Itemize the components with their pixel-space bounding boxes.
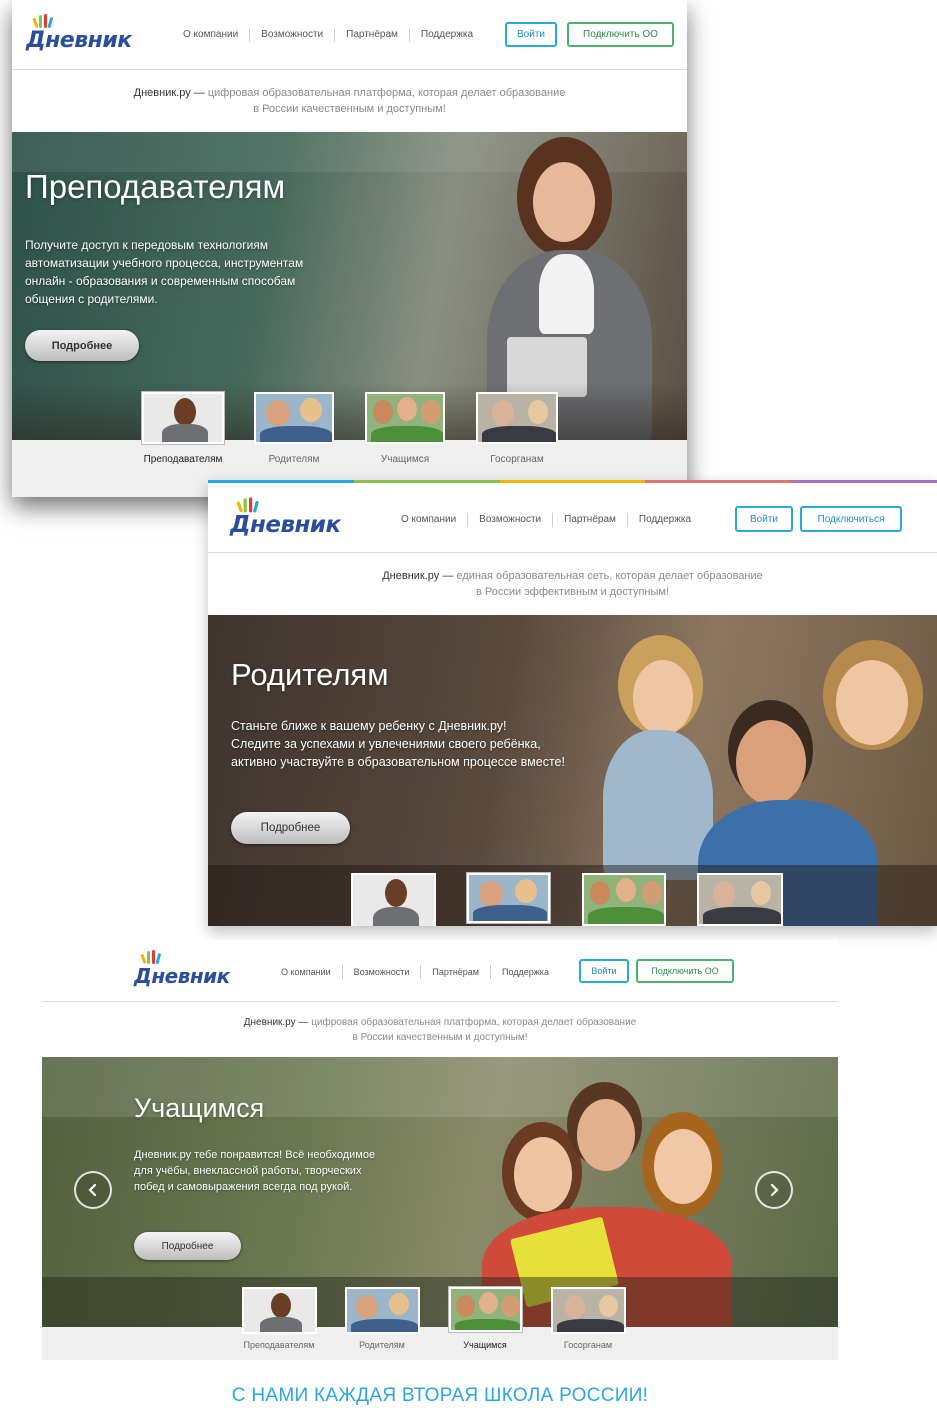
logo[interactable]: Дневник [26, 14, 132, 53]
main-nav: О компании Возможности Партнёрам Поддерж… [390, 513, 702, 527]
logo-hand-icon [32, 14, 53, 28]
logo[interactable]: Дневник [230, 497, 341, 538]
login-button[interactable]: Войти [579, 959, 629, 983]
thumb-students[interactable] [582, 873, 666, 926]
nav-features[interactable]: Возможности [467, 513, 552, 527]
tagline-line2: в России качественным и доступным! [253, 102, 446, 115]
tagline-line2: в России эффективным и доступным! [475, 585, 670, 598]
hero-title: Преподавателям [25, 168, 286, 205]
prev-slide-button[interactable] [74, 1171, 112, 1209]
hero-text: Получите доступ к передовым технологиям … [25, 238, 304, 306]
tagline-line2: в России качественным и доступным! [352, 1031, 528, 1043]
site-header: Дневник О компании Возможности Партнёрам… [208, 483, 937, 553]
login-button[interactable]: Войти [735, 506, 793, 532]
nav-about[interactable]: О компании [390, 513, 467, 527]
tagline-brand: Дневник.ру — [382, 570, 454, 582]
nav-features[interactable]: Возможности [249, 28, 334, 42]
thumb-teachers[interactable] [242, 1287, 317, 1334]
more-button[interactable]: Подробнее [25, 330, 139, 361]
audience-thumbnails: Преподавателям Родителям Учащимся Госорг… [42, 1285, 838, 1408]
thumb-label-government[interactable]: Госорганам [466, 454, 568, 465]
connect-button[interactable]: Подключиться [800, 506, 902, 532]
thumb-teachers[interactable] [142, 392, 224, 444]
nav-partners[interactable]: Партнёрам [334, 28, 409, 42]
chevron-right-icon [770, 1183, 779, 1197]
nav-partners[interactable]: Партнёрам [552, 513, 627, 527]
login-button[interactable]: Войти [505, 22, 557, 47]
tagline: Дневник.ру — цифровая образовательная пл… [12, 86, 687, 118]
thumb-students[interactable] [365, 392, 445, 444]
tagline: Дневник.ру — цифровая образовательная пл… [42, 1016, 838, 1045]
logo-hand-icon [140, 950, 161, 964]
thumb-government[interactable] [697, 873, 783, 926]
thumb-parents[interactable] [345, 1287, 420, 1334]
thumb-label-government[interactable]: Госорганам [538, 1340, 638, 1350]
thumb-label-teachers[interactable]: Преподавателям [229, 1340, 329, 1350]
nav-support[interactable]: Поддержка [408, 28, 484, 42]
site-header: Дневник О компании Возможности Партнёрам… [12, 0, 687, 70]
thumb-label-parents[interactable]: Родителям [332, 1340, 432, 1350]
nav-support[interactable]: Поддержка [626, 513, 702, 527]
connect-button[interactable]: Подключить ОО [636, 959, 734, 983]
thumb-label-students[interactable]: Учащимся [355, 454, 455, 465]
thumb-students[interactable] [449, 1287, 522, 1332]
thumb-teachers[interactable] [351, 873, 436, 926]
thumb-label-teachers[interactable]: Преподавателям [132, 454, 234, 465]
hero-text: Станьте ближе к вашему ребенку с Дневник… [231, 719, 565, 769]
thumb-label-students[interactable]: Учащимся [435, 1340, 535, 1350]
hero-title: Учащимся [134, 1093, 265, 1123]
connect-button[interactable]: Подключить ОО [567, 22, 674, 47]
nav-features[interactable]: Возможности [341, 965, 421, 979]
logo-hand-icon [236, 497, 259, 513]
thumb-parents[interactable] [254, 392, 334, 444]
nav-about[interactable]: О компании [270, 965, 342, 979]
main-nav: О компании Возможности Партнёрам Поддерж… [172, 28, 484, 42]
screenshot-students: Дневник О компании Возможности Партнёрам… [42, 940, 838, 1408]
chevron-left-icon [88, 1183, 97, 1197]
nav-partners[interactable]: Партнёрам [420, 965, 490, 979]
thumb-label-parents[interactable]: Родителям [244, 454, 344, 465]
tagline-brand: Дневник.ру — [243, 1017, 309, 1028]
more-button[interactable]: Подробнее [134, 1232, 241, 1260]
thumb-parents[interactable] [467, 873, 550, 923]
thumb-government[interactable] [551, 1287, 626, 1334]
tagline-line1: единая образовательная сеть, которая дел… [453, 570, 763, 582]
tagline-line1: цифровая образовательная платформа, кото… [204, 87, 566, 99]
hero-text: Дневник.ру тебе понравится! Всё необходи… [134, 1149, 376, 1193]
next-slide-button[interactable] [755, 1171, 793, 1209]
more-button[interactable]: Подробнее [231, 812, 350, 844]
tagline: Дневник.ру — единая образовательная сеть… [208, 569, 937, 601]
hero-title: Родителям [231, 657, 389, 692]
slogan: С НАМИ КАЖДАЯ ВТОРАЯ ШКОЛА РОССИИ! [231, 1385, 649, 1406]
logo[interactable]: Дневник [134, 950, 230, 988]
tagline-brand: Дневник.ру — [133, 87, 205, 99]
nav-about[interactable]: О компании [172, 28, 249, 42]
audience-thumbnails [208, 873, 937, 926]
tagline-line1: цифровая образовательная платформа, кото… [308, 1017, 637, 1028]
screenshot-teachers: Дневник О компании Возможности Партнёрам… [12, 0, 687, 497]
screenshot-parents: Дневник О компании Возможности Партнёрам… [208, 480, 937, 926]
main-nav: О компании Возможности Партнёрам Поддерж… [270, 965, 560, 979]
thumb-government[interactable] [476, 392, 558, 444]
nav-support[interactable]: Поддержка [490, 965, 560, 979]
site-header: Дневник О компании Возможности Партнёрам… [42, 940, 838, 1002]
